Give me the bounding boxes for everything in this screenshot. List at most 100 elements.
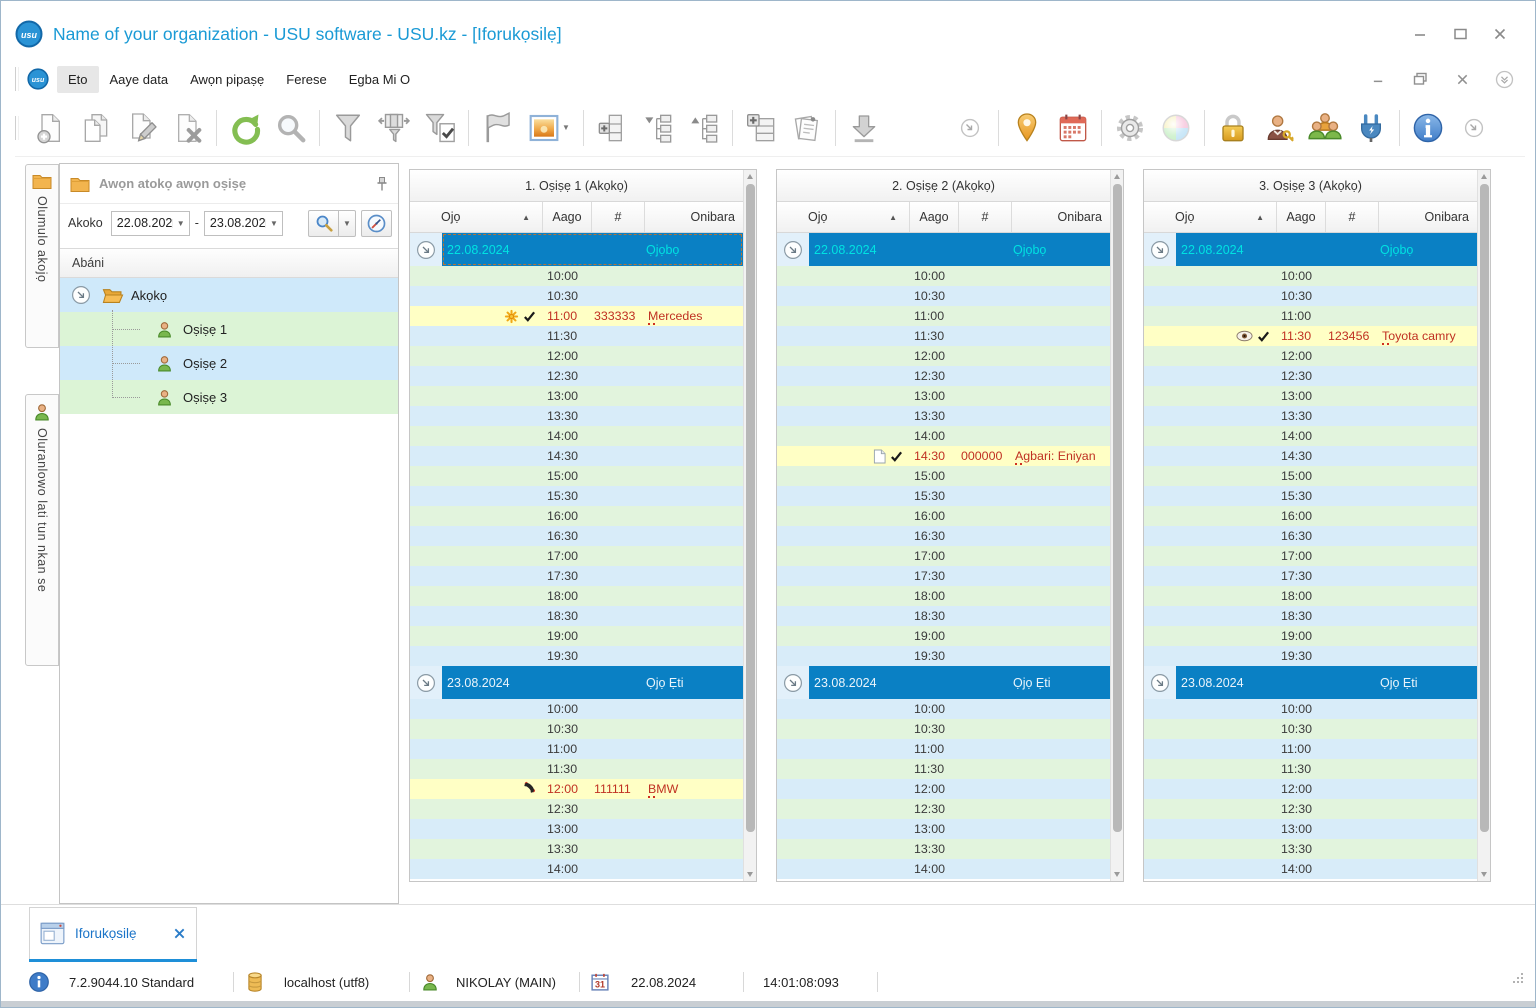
time-slot-row[interactable]: 10:00: [410, 699, 743, 719]
vertical-scrollbar[interactable]: [743, 170, 756, 881]
time-slot-row[interactable]: 17:30: [1144, 566, 1477, 586]
mdi-overflow-icon[interactable]: [1493, 69, 1515, 89]
appearance-color-icon[interactable]: [1153, 105, 1199, 151]
time-slot-row[interactable]: 14:00: [777, 426, 1110, 446]
mdi-close-icon[interactable]: [1451, 69, 1473, 89]
time-slot-row[interactable]: 12:30: [1144, 366, 1477, 386]
collapse-day-icon[interactable]: [1150, 673, 1170, 693]
column-header-number[interactable]: #: [592, 202, 645, 232]
time-slot-row[interactable]: 15:00: [410, 466, 743, 486]
time-slot-row[interactable]: 11:00: [1144, 739, 1477, 759]
column-header-date[interactable]: Ojọ ▲: [777, 202, 910, 232]
column-header-client[interactable]: Onibara: [1379, 202, 1477, 232]
collapse-day-icon[interactable]: [1150, 240, 1170, 260]
search-button[interactable]: [308, 209, 339, 237]
time-slot-row[interactable]: 13:00: [1144, 386, 1477, 406]
day-band-body[interactable]: 23.08.2024 Ọjọ Ẹti: [809, 666, 1110, 699]
tree-node-group[interactable]: Akọkọ: [60, 278, 398, 312]
mdi-restore-icon[interactable]: [1409, 69, 1431, 89]
time-slot-row[interactable]: 10:00: [777, 266, 1110, 286]
time-slot-row[interactable]: 17:00: [1144, 546, 1477, 566]
scroll-down-icon[interactable]: [747, 872, 753, 877]
time-filter-button[interactable]: [361, 209, 392, 237]
time-slot-row[interactable]: 12:00: [1144, 346, 1477, 366]
time-slot-row[interactable]: 18:00: [777, 586, 1110, 606]
collapse-day-icon[interactable]: [416, 673, 436, 693]
add-table-icon[interactable]: [738, 105, 784, 151]
time-slot-row[interactable]: 15:30: [777, 486, 1110, 506]
time-slot-row[interactable]: 11:30: [1144, 759, 1477, 779]
time-slot-row[interactable]: 15:30: [1144, 486, 1477, 506]
time-slot-row[interactable]: 13:00: [410, 819, 743, 839]
refresh-icon[interactable]: [222, 105, 268, 151]
time-slot-row[interactable]: 10:30: [410, 286, 743, 306]
search-icon[interactable]: [268, 105, 314, 151]
time-slot-row[interactable]: 10:00: [1144, 699, 1477, 719]
time-slot-row[interactable]: 19:30: [777, 646, 1110, 666]
report-notes-icon[interactable]: [784, 105, 830, 151]
filter-apply-icon[interactable]: [417, 105, 463, 151]
time-slot-row[interactable]: 13:00: [1144, 819, 1477, 839]
scroll-up-icon[interactable]: [747, 174, 753, 179]
column-header-number[interactable]: #: [1326, 202, 1379, 232]
new-record-icon[interactable]: [27, 105, 73, 151]
toolbar-overflow-2-icon[interactable]: [1451, 105, 1497, 151]
about-info-icon[interactable]: [1405, 105, 1451, 151]
time-slot-row[interactable]: 13:30: [1144, 839, 1477, 859]
copy-record-icon[interactable]: [73, 105, 119, 151]
time-slot-row[interactable]: 17:30: [777, 566, 1110, 586]
time-slot-row[interactable]: 13:30: [1144, 406, 1477, 426]
tree-node-employee[interactable]: Oṣiṣẹ 1: [60, 312, 398, 346]
add-rows-icon[interactable]: [589, 105, 635, 151]
menu-item-awon-pipase[interactable]: Awọn pipaṣẹ: [179, 66, 275, 93]
time-slot-row[interactable]: 10:30: [777, 719, 1110, 739]
chevron-down-icon[interactable]: ▼: [171, 218, 189, 228]
scroll-up-icon[interactable]: [1481, 174, 1487, 179]
column-header-time[interactable]: Aago: [910, 202, 959, 232]
time-slot-row[interactable]: 14:00: [410, 859, 743, 879]
image-dropdown-icon[interactable]: ▼: [562, 123, 570, 132]
column-header-time[interactable]: Aago: [543, 202, 592, 232]
time-slot-row[interactable]: 19:00: [410, 626, 743, 646]
date-to-input[interactable]: 23.08.2024 ▼: [203, 210, 283, 236]
collapse-day-icon[interactable]: [783, 240, 803, 260]
time-slot-row[interactable]: 11:00: [410, 739, 743, 759]
tree-node-employee[interactable]: Oṣiṣẹ 2: [60, 346, 398, 380]
time-slot-row[interactable]: 14:00: [1144, 859, 1477, 879]
time-slot-row[interactable]: 13:30: [410, 406, 743, 426]
export-download-icon[interactable]: [841, 105, 887, 151]
time-slot-row[interactable]: 12:30: [777, 366, 1110, 386]
filter-icon[interactable]: [325, 105, 371, 151]
appointment-row[interactable]: 14:30 000000 Agbari: Eniyan: [777, 446, 1110, 466]
time-slot-row[interactable]: 19:30: [410, 646, 743, 666]
date-from-input[interactable]: 22.08.2024 ▼: [110, 210, 190, 236]
resize-grip[interactable]: [1509, 971, 1525, 987]
time-slot-row[interactable]: 10:30: [1144, 286, 1477, 306]
time-slot-row[interactable]: 14:30: [1144, 446, 1477, 466]
time-slot-row[interactable]: 16:30: [1144, 526, 1477, 546]
time-slot-row[interactable]: 16:00: [410, 506, 743, 526]
scroll-thumb[interactable]: [745, 184, 755, 832]
time-slot-row[interactable]: 12:30: [1144, 799, 1477, 819]
chevron-down-icon[interactable]: ▼: [264, 218, 282, 228]
menu-item-aaye-data[interactable]: Aaye data: [99, 66, 180, 93]
time-slot-row[interactable]: 19:00: [1144, 626, 1477, 646]
menu-item-ferese[interactable]: Ferese: [275, 66, 337, 93]
time-slot-row[interactable]: 10:30: [410, 719, 743, 739]
time-slot-row[interactable]: 11:30: [410, 326, 743, 346]
day-band-body[interactable]: 23.08.2024 Ọjọ Ẹti: [1176, 666, 1477, 699]
tree-column-header[interactable]: Abáni: [60, 248, 398, 278]
time-slot-row[interactable]: 13:30: [777, 406, 1110, 426]
scroll-down-icon[interactable]: [1481, 872, 1487, 877]
time-slot-row[interactable]: 12:00: [777, 346, 1110, 366]
time-slot-row[interactable]: 18:00: [410, 586, 743, 606]
time-slot-row[interactable]: 10:00: [777, 699, 1110, 719]
minimize-icon[interactable]: [1409, 24, 1431, 44]
time-slot-row[interactable]: 16:30: [410, 526, 743, 546]
tab-close-icon[interactable]: [173, 927, 186, 940]
time-slot-row[interactable]: 12:30: [777, 799, 1110, 819]
column-header-client[interactable]: Onibara: [645, 202, 743, 232]
time-slot-row[interactable]: 12:30: [410, 799, 743, 819]
user-permissions-icon[interactable]: [1256, 105, 1302, 151]
time-slot-row[interactable]: 17:00: [410, 546, 743, 566]
